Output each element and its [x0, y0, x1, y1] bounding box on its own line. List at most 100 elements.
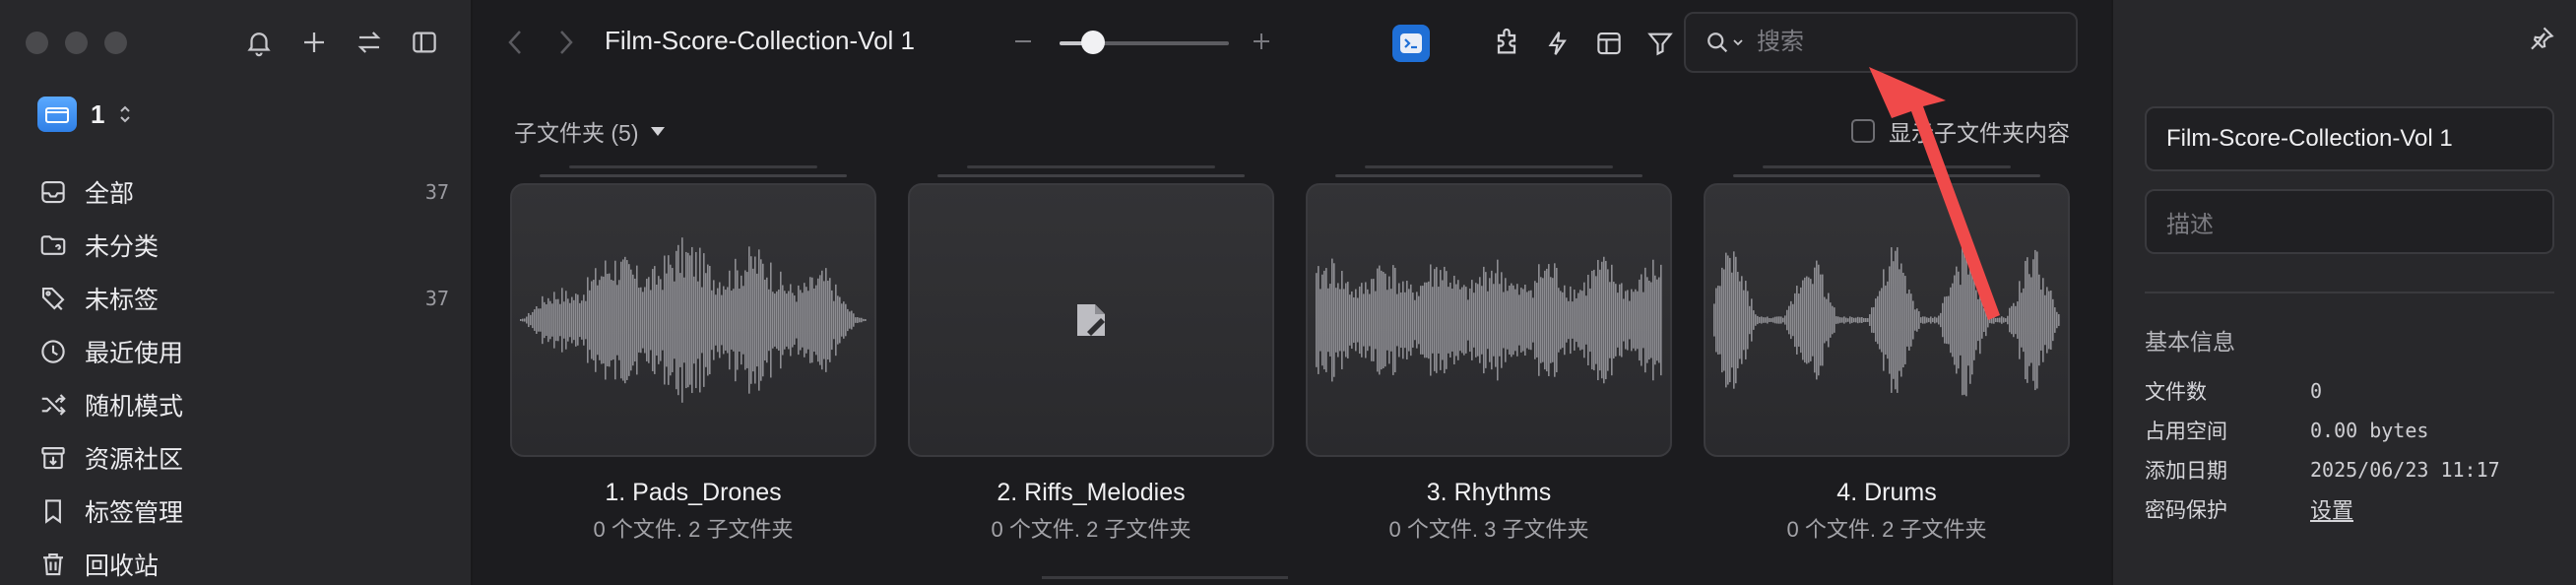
sidebar-item-trash[interactable]: 回收站	[35, 538, 449, 585]
file-placeholder-icon	[1077, 304, 1105, 336]
info-value: 2025/06/23 11:17	[2310, 458, 2500, 482]
folder-title: Film-Score-Collection-Vol 1	[605, 26, 915, 55]
tag-slash-icon	[35, 281, 71, 316]
subfolder-bar: 子文件夹 (5) 显示子文件夹内容	[514, 114, 2070, 154]
zoom-out-icon[interactable]	[1012, 22, 1034, 61]
folder-stack-line	[540, 174, 847, 177]
search-icon	[1704, 29, 1731, 56]
sidebar-item-uncategorized[interactable]: 未分类	[35, 219, 449, 272]
zoom-slider-handle[interactable]	[1081, 31, 1106, 54]
show-subfolder-content-toggle[interactable]: 显示子文件夹内容	[1851, 114, 2070, 148]
sidebar-item-label: 标签管理	[85, 499, 184, 527]
sidebar-toolbar	[240, 24, 443, 61]
sidebar-item-count: 37	[424, 287, 449, 310]
sidebar-item-community[interactable]: 资源社区	[35, 431, 449, 485]
sidebar-item-random[interactable]: 随机模式	[35, 378, 449, 431]
description-field[interactable]: 描述	[2145, 189, 2554, 254]
subfolders-dropdown[interactable]: 子文件夹 (5)	[514, 114, 665, 148]
forward-arrow-icon[interactable]	[555, 26, 575, 59]
search-box[interactable]	[1684, 12, 2078, 73]
archive-icon	[35, 440, 71, 476]
bookmark-icon	[35, 493, 71, 529]
shuffle-icon	[35, 387, 71, 422]
pin-icon[interactable]	[2527, 24, 2556, 53]
chevron-down-icon[interactable]	[1731, 35, 1745, 49]
filter-icon[interactable]	[1641, 24, 1680, 63]
info-row-date-added: 添加日期 2025/06/23 11:17	[2145, 450, 2554, 489]
folder-stack-line	[569, 165, 817, 168]
sidebar-item-label: 资源社区	[85, 446, 184, 474]
library-folder-icon	[37, 97, 77, 132]
set-password-link[interactable]: 设置	[2310, 493, 2353, 525]
sidebar-toggle-icon[interactable]	[406, 24, 443, 61]
info-row-file-count: 文件数 0	[2145, 371, 2554, 411]
sidebar-item-label: 未标签	[85, 287, 160, 314]
waveform-thumbnail	[1306, 183, 1672, 457]
folder-stack-line	[1042, 576, 1288, 579]
folder-name: 3. Rhythms	[1426, 479, 1552, 506]
inspector-panel: Film-Score-Collection-Vol 1 描述 基本信息 文件数 …	[2111, 0, 2576, 585]
back-arrow-icon[interactable]	[506, 26, 526, 59]
lightning-icon[interactable]	[1538, 24, 1578, 63]
sidebar-item-tag-management[interactable]: 标签管理	[35, 485, 449, 538]
info-key: 添加日期	[2145, 460, 2227, 483]
waveform-rhythms-icon	[1316, 256, 1662, 384]
plus-icon[interactable]	[295, 24, 333, 61]
trash-icon	[35, 547, 71, 582]
folder-meta: 0 个文件. 2 子文件夹	[1786, 517, 1987, 542]
file-thumbnail	[908, 183, 1274, 457]
subfolders-label: 子文件夹 (5)	[514, 120, 639, 146]
info-row-disk-usage: 占用空间 0.00 bytes	[2145, 411, 2554, 450]
sidebar-item-label: 全部	[85, 180, 135, 208]
waveform-drums-icon	[1713, 243, 2060, 397]
sidebar-item-label: 未分类	[85, 233, 160, 261]
sidebar-item-recent[interactable]: 最近使用	[35, 325, 449, 378]
main-content: Film-Score-Collection-Vol 1 搜索 子文件夹 (5) …	[473, 0, 2111, 585]
folder-name: 1. Pads_Drones	[605, 479, 782, 506]
info-value: 0.00 bytes	[2310, 419, 2429, 442]
layout-icon[interactable]	[1589, 24, 1629, 63]
chevron-updown-icon	[118, 103, 132, 125]
folder-name-field[interactable]: Film-Score-Collection-Vol 1	[2145, 106, 2554, 171]
inbox-icon	[35, 174, 71, 210]
sidebar-item-untagged[interactable]: 未标签 37	[35, 272, 449, 325]
info-row-password: 密码保护 设置	[2145, 489, 2554, 529]
bell-icon[interactable]	[240, 24, 278, 61]
waveform-thumbnail	[1704, 183, 2070, 457]
waveform-pads-icon	[520, 237, 867, 403]
info-key: 密码保护	[2145, 499, 2227, 522]
terminal-icon[interactable]	[1392, 25, 1430, 62]
clock-icon	[35, 334, 71, 369]
sidebar-item-label: 最近使用	[85, 340, 184, 367]
folder-name: 2. Riffs_Melodies	[997, 479, 1186, 506]
library-switcher[interactable]: 1	[37, 97, 132, 132]
sidebar: 1 全部 37 未分类 未标签 37 最近使用 随机模式 资源社区 标签管理 回…	[0, 0, 473, 585]
show-subfolder-content-checkbox[interactable]	[1851, 119, 1875, 143]
folder-stack-line	[1763, 165, 2011, 168]
info-key: 文件数	[2145, 381, 2207, 404]
folder-meta: 0 个文件. 2 子文件夹	[593, 517, 794, 542]
folder-name: 4. Drums	[1836, 479, 1937, 506]
window-controls	[26, 32, 127, 54]
sidebar-item-label: 回收站	[85, 552, 160, 580]
folder-stack-line	[937, 174, 1245, 177]
puzzle-icon[interactable]	[1487, 24, 1526, 63]
waveform-thumbnail	[510, 183, 876, 457]
folder-stack-line	[967, 165, 1215, 168]
zoom-window-button[interactable]	[104, 32, 127, 54]
close-window-button[interactable]	[26, 32, 48, 54]
divider	[2145, 292, 2554, 293]
sidebar-item-all[interactable]: 全部 37	[35, 165, 449, 219]
sidebar-item-label: 随机模式	[85, 393, 184, 421]
search-input[interactable]	[1757, 29, 2052, 56]
sidebar-item-count: 37	[424, 180, 449, 204]
toolbar: Film-Score-Collection-Vol 1	[473, 0, 2111, 89]
sidebar-nav: 全部 37 未分类 未标签 37 最近使用 随机模式 资源社区 标签管理 回收站	[35, 165, 449, 585]
show-subfolder-content-label: 显示子文件夹内容	[1889, 120, 2070, 146]
zoom-in-icon[interactable]	[1251, 22, 1272, 61]
swap-icon[interactable]	[351, 24, 388, 61]
minimize-window-button[interactable]	[65, 32, 88, 54]
folder-stack-line	[1733, 174, 2040, 177]
folder-meta: 0 个文件. 2 子文件夹	[991, 517, 1191, 542]
info-key: 占用空间	[2145, 421, 2227, 443]
